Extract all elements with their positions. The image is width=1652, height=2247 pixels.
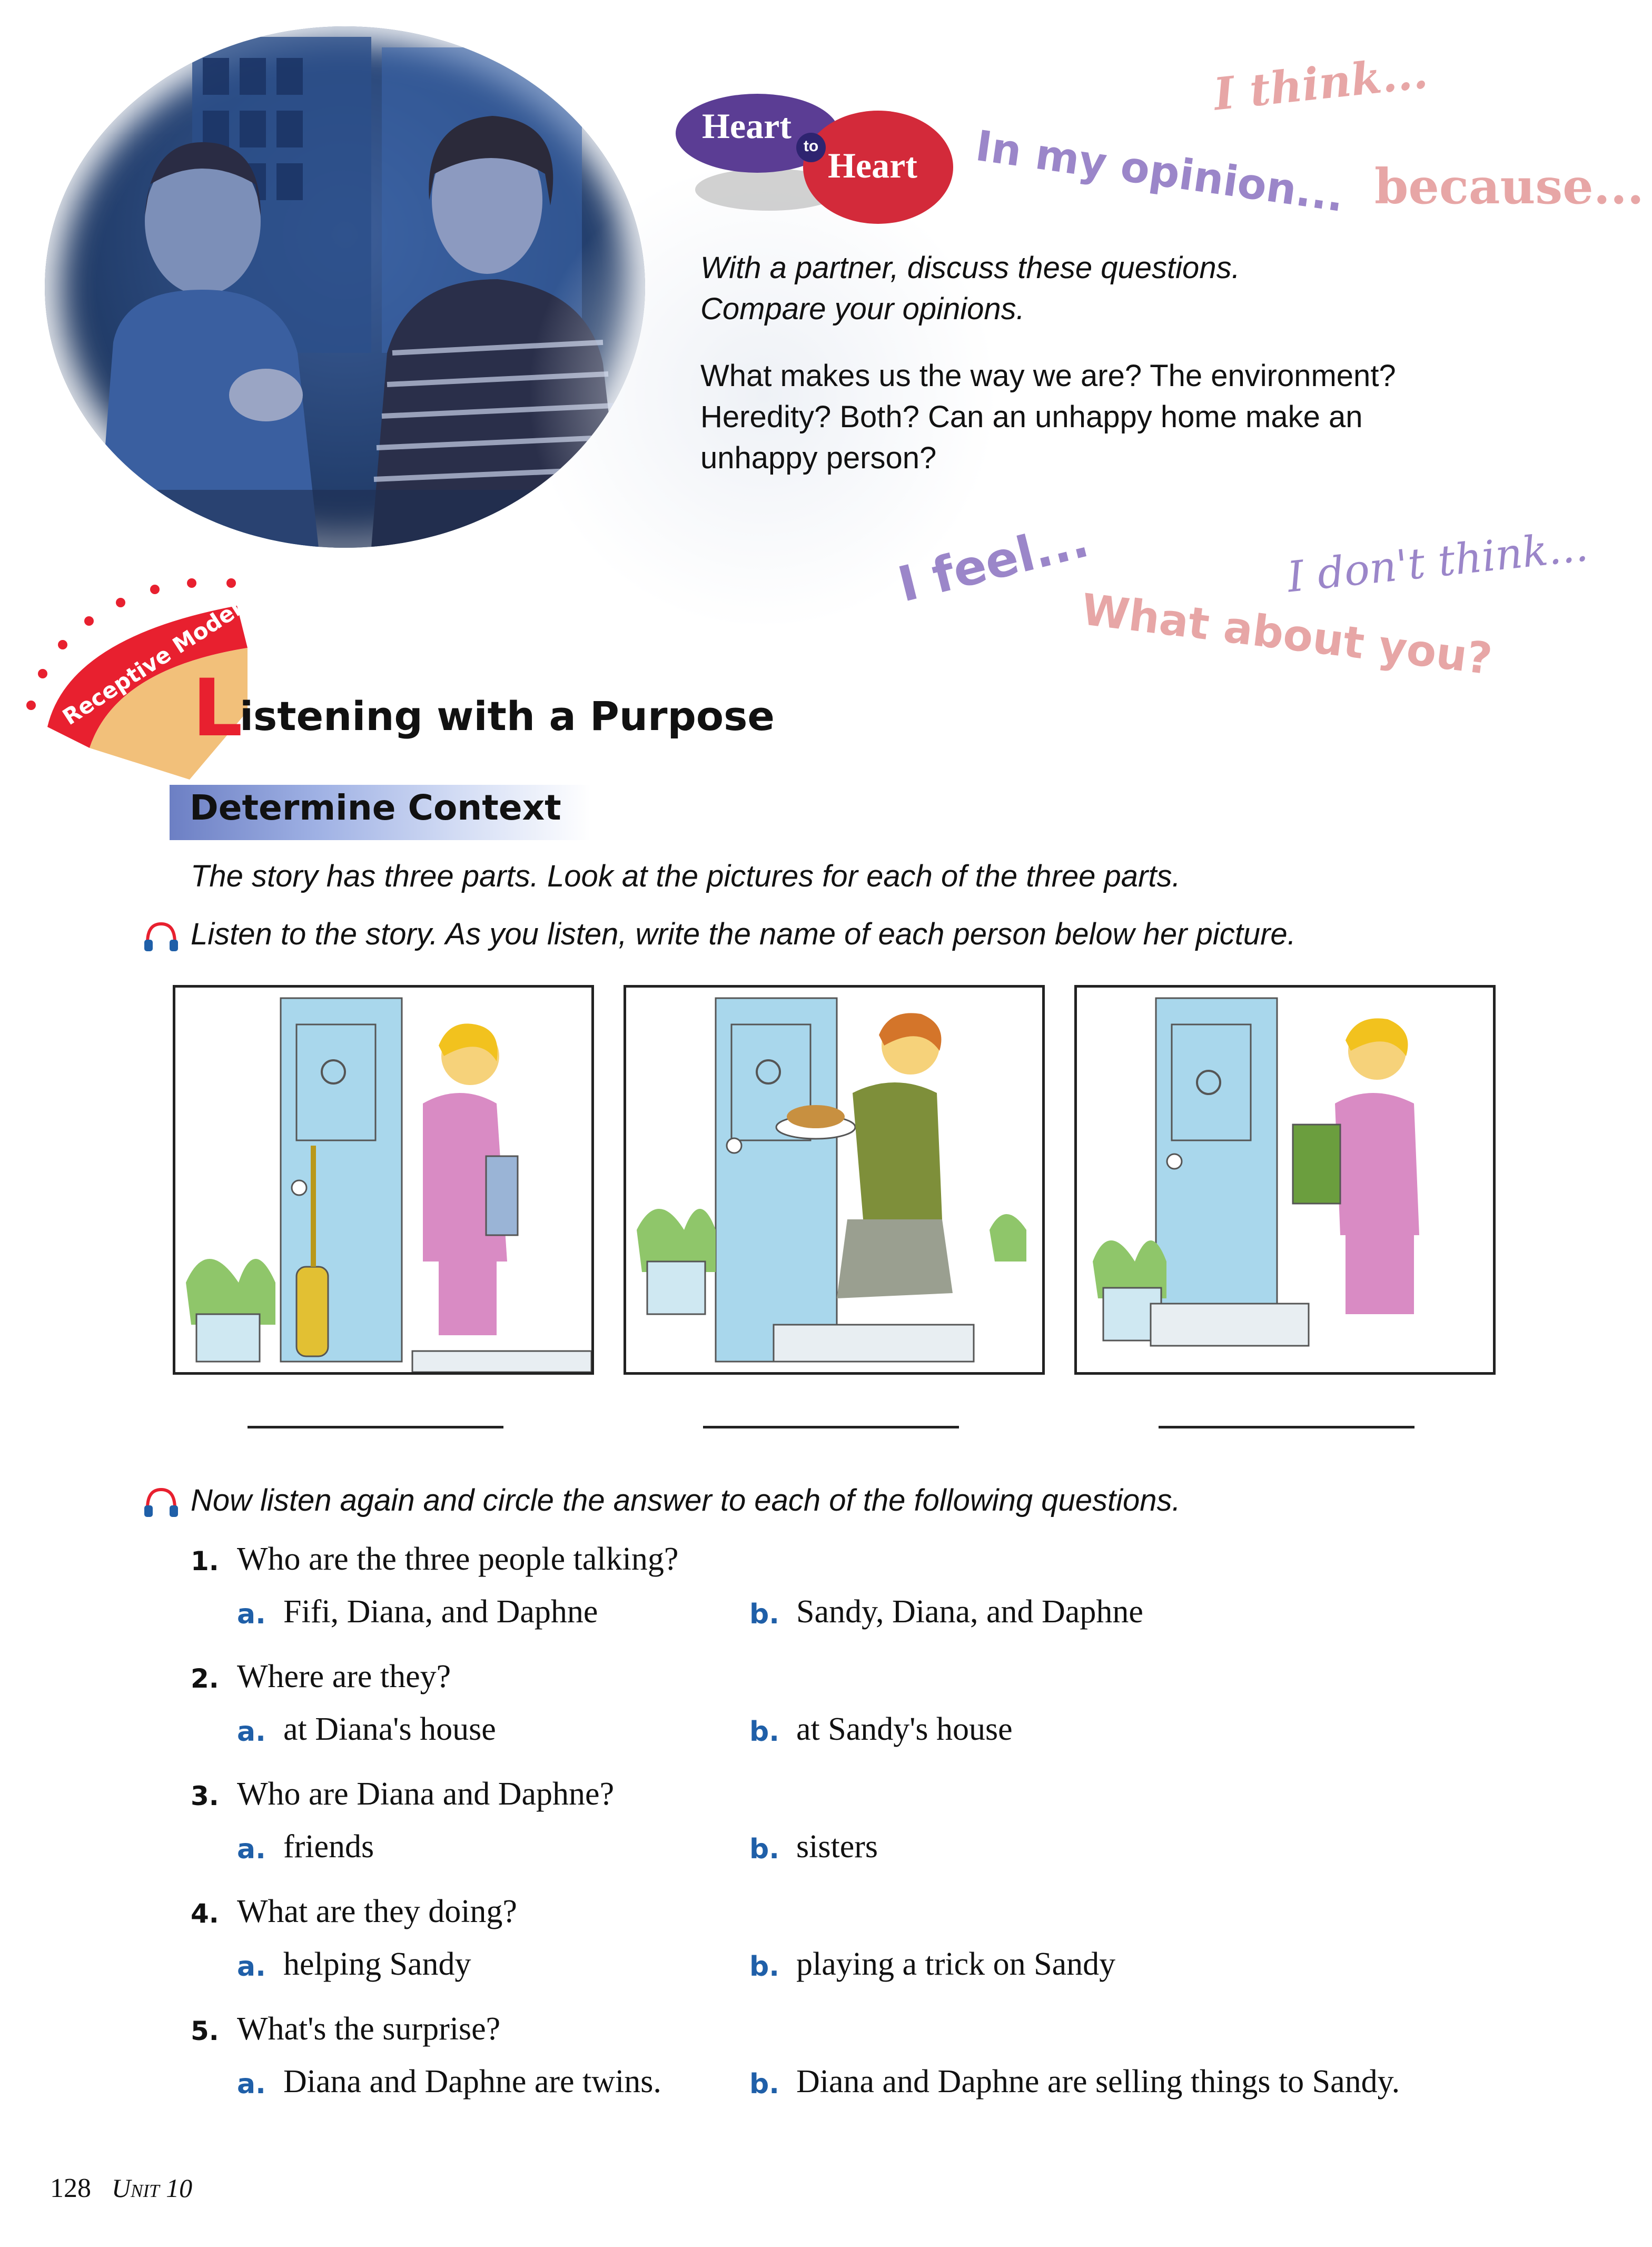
option-letter-a[interactable]: a. [237,1834,266,1865]
discussion-instructions: With a partner, discuss these questions.… [700,248,1240,330]
story-picture-1 [173,985,594,1375]
badge-dot [26,701,36,710]
heading-initial: L [192,663,243,754]
option-a[interactable]: helping Sandy [283,1946,471,1983]
option-letter-a[interactable]: a. [237,1599,266,1630]
picture-3-illustration [1093,997,1419,1347]
badge-dot [226,578,236,588]
listen-instruction-2: Now listen again and circle the answer t… [191,1483,1181,1517]
question-number: 3. [191,1781,219,1811]
headphones-icon-graphic [144,922,178,951]
page-footer: 128 Unit 10 [50,2173,192,2204]
story-picture-3 [1074,985,1496,1375]
option-letter-b[interactable]: b. [749,1834,779,1865]
question-number: 4. [191,1898,219,1929]
option-letter-a[interactable]: a. [237,1951,266,1983]
story-picture-2 [624,985,1045,1375]
option-letter-a[interactable]: a. [237,1716,266,1748]
subheading: Determine Context [190,787,561,828]
page-number: 128 [50,2173,91,2203]
headphones-icon [143,1486,179,1521]
option-a[interactable]: Diana and Daphne are twins. [283,2063,661,2101]
headphones-icon [143,921,179,955]
picture-2-illustration [637,997,1026,1363]
listen-instruction-1: Listen to the story. As you listen, writ… [191,917,1296,951]
heart-badge-connector: to [796,133,826,162]
question-number: 1. [191,1546,219,1576]
heart-badge-word2: Heart [828,145,917,185]
option-b[interactable]: sisters [796,1828,878,1866]
discussion-question-line2: Heredity? Both? Can an unhappy home make… [700,400,1363,434]
discussion-instruction-line2: Compare your opinions. [700,292,1025,326]
section-heading: istening with a Purpose [240,693,775,740]
question-number: 5. [191,2016,219,2046]
option-b[interactable]: Sandy, Diana, and Daphne [796,1593,1143,1631]
option-letter-b[interactable]: b. [749,1951,779,1983]
discussion-question-line3: unhappy person? [700,441,937,475]
phrase-what-about-you: What about you? [1079,585,1495,685]
phrase-i-think: I think... [1211,46,1430,121]
discussion-questions: What makes us the way we are? The enviro… [700,356,1396,479]
option-a[interactable]: Fifi, Diana, and Daphne [283,1593,598,1631]
answer-line-2[interactable] [703,1426,959,1428]
option-letter-b[interactable]: b. [749,1599,779,1630]
option-a[interactable]: at Diana's house [283,1711,496,1748]
option-b[interactable]: Diana and Daphne are selling things to S… [796,2063,1400,2101]
unit-label: Unit 10 [112,2173,193,2203]
story-intro: The story has three parts. Look at the p… [191,859,1181,893]
option-b[interactable]: playing a trick on Sandy [796,1946,1115,1983]
question-text: Who are Diana and Daphne? [237,1776,615,1812]
discussion-instruction-line1: With a partner, discuss these questions. [700,251,1240,285]
question-text: What's the surprise? [237,2011,501,2047]
option-letter-b[interactable]: b. [749,1716,779,1748]
option-a[interactable]: friends [283,1828,374,1866]
question-number: 2. [191,1663,219,1694]
phrase-i-dont-think: I don't think... [1285,521,1590,602]
discussion-question-line1: What makes us the way we are? The enviro… [700,359,1396,393]
option-letter-a[interactable]: a. [237,2068,266,2100]
option-b[interactable]: at Sandy's house [796,1711,1013,1748]
option-letter-b[interactable]: b. [749,2068,779,2100]
answer-line-3[interactable] [1159,1426,1414,1428]
question-text: Where are they? [237,1659,451,1694]
phrase-in-my-opinion: In my opinion... [973,121,1348,222]
answer-line-1[interactable] [248,1426,503,1428]
headphones-icon-graphic [144,1487,178,1517]
badge-dot [187,578,196,588]
phrase-because: because... [1374,158,1644,215]
question-text: What are they doing? [237,1894,517,1929]
picture-1-illustration [186,997,591,1372]
question-text: Who are the three people talking? [237,1541,679,1577]
heart-badge-word1: Heart [702,106,792,146]
